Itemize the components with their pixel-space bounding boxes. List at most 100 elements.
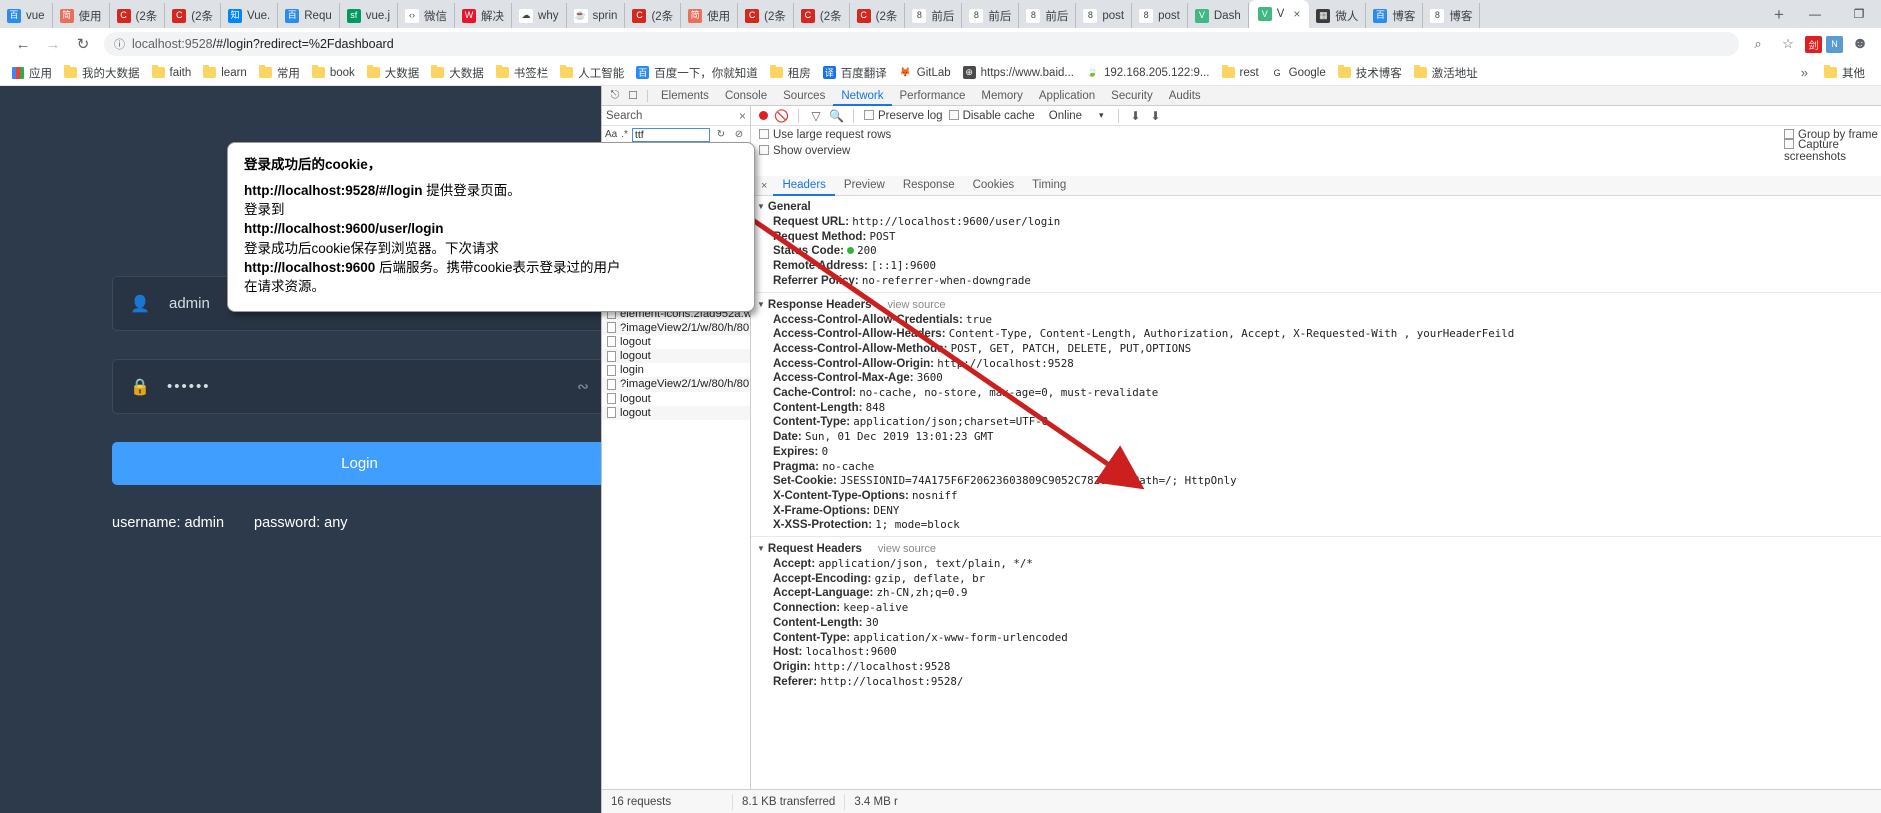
detail-tab-response[interactable]: Response	[894, 176, 964, 196]
browser-tab[interactable]: 8 前后	[905, 3, 963, 28]
bookmark-item[interactable]: 百百度一下，你就知道	[630, 62, 764, 84]
detail-tab-cookies[interactable]: Cookies	[964, 176, 1024, 196]
tab-close-icon[interactable]: ×	[1293, 7, 1300, 21]
browser-tab[interactable]: C (2条	[165, 3, 222, 28]
bookmark-item[interactable]: G Google	[1265, 62, 1332, 84]
browser-tab[interactable]: 百博客	[1366, 3, 1424, 28]
devtools-tab-network[interactable]: Network	[833, 86, 892, 106]
show-overview-checkbox[interactable]: Show overview	[759, 145, 850, 157]
browser-tab[interactable]: C (2条	[850, 3, 906, 28]
browser-tab[interactable]: C (2条	[738, 3, 794, 28]
password-input[interactable]: ••••••	[167, 378, 211, 395]
browser-tab[interactable]: 简使用	[681, 3, 739, 28]
browser-tab[interactable]: V Dash	[1188, 3, 1249, 28]
browser-tab[interactable]: 知 Vue.	[221, 3, 279, 28]
browser-tab[interactable]: 8 post	[1076, 3, 1133, 28]
use-large-rows-checkbox[interactable]: Use large request rows	[759, 128, 891, 141]
devtools-tab-performance[interactable]: Performance	[892, 86, 974, 106]
browser-tab[interactable]: 8 博客	[1423, 3, 1481, 28]
bookmark-item[interactable]: 译百度翻译	[817, 62, 893, 84]
browser-tab[interactable]: 简使用	[53, 3, 110, 28]
funnel-icon[interactable]: ▽	[809, 109, 823, 123]
devtools-tab-memory[interactable]: Memory	[973, 86, 1031, 106]
back-button[interactable]: ←	[8, 29, 38, 59]
find-input[interactable]	[631, 127, 710, 142]
extension-red-icon[interactable]: 剑	[1805, 35, 1822, 53]
bookmark-item[interactable]: 大数据	[425, 62, 490, 84]
browser-tab[interactable]: 百 Requ	[278, 3, 340, 28]
browser-tab[interactable]: 8 前后	[1019, 3, 1077, 28]
reload-button[interactable]: ↻	[68, 29, 98, 59]
forward-button[interactable]: →	[38, 29, 68, 59]
address-bar[interactable]: ⓘ localhost:9528/#/login?redirect=%2Fdas…	[104, 32, 1739, 56]
clear-circle-icon[interactable]: 🚫	[774, 109, 789, 123]
star-icon[interactable]: ☆	[1775, 31, 1801, 57]
request-row[interactable]: ?imageView2/1/w/80/h/80	[602, 377, 750, 392]
general-section-header[interactable]: ▼ General	[757, 198, 1881, 215]
devtools-tab-console[interactable]: Console	[717, 86, 775, 106]
capture-screenshots-checkbox[interactable]: Capture screenshots	[1784, 139, 1881, 163]
request-row[interactable]: logout	[602, 335, 750, 349]
maximize-button[interactable]: ❐	[1837, 0, 1881, 28]
password-field-wrapper[interactable]: 🔒 •••••• ∾	[112, 359, 607, 414]
browser-tab[interactable]: W 解决	[455, 3, 513, 28]
bookmark-item[interactable]: 租房	[764, 62, 817, 84]
browser-tab[interactable]: ▦ 微人	[1309, 3, 1367, 28]
bookmark-item[interactable]: learn	[197, 62, 253, 84]
disable-cache-checkbox[interactable]: Disable cache	[948, 109, 1035, 122]
browser-tab[interactable]: ‹› 微信	[398, 3, 456, 28]
response-view-source-link[interactable]: view source	[887, 299, 945, 311]
request-row[interactable]: logout	[602, 405, 750, 420]
browser-tab[interactable]: 8 前后	[962, 3, 1020, 28]
devtools-tab-audits[interactable]: Audits	[1161, 86, 1209, 106]
browser-tab[interactable]: C (2条	[794, 3, 850, 28]
devtools-search-box[interactable]: Search ×	[602, 105, 751, 126]
device-toolbar-icon[interactable]: ☐	[624, 87, 642, 105]
browser-tab-active[interactable]: V V ×	[1248, 0, 1310, 28]
profile-avatar[interactable]: ☻	[1847, 31, 1873, 57]
bookmark-item[interactable]: 书签栏	[490, 62, 555, 84]
bookmark-item[interactable]: book	[306, 62, 361, 84]
browser-tab[interactable]: 百 vue	[0, 3, 53, 28]
browser-tab[interactable]: ☕ sprin	[567, 3, 626, 28]
bookmark-other-folder[interactable]: 其他	[1818, 62, 1871, 84]
detail-close-icon[interactable]: ×	[755, 180, 773, 192]
browser-tab[interactable]: ☁ why	[512, 3, 567, 28]
bookmarks-overflow-button[interactable]: »	[1801, 65, 1808, 80]
browser-tab[interactable]: sf vue.j	[340, 3, 399, 28]
bookmark-item[interactable]: 激活地址	[1408, 62, 1484, 84]
request-row[interactable]: ?imageView2/1/w/80/h/80	[602, 320, 750, 335]
browser-tab[interactable]: C (2条	[625, 3, 682, 28]
import-har-icon[interactable]: ⬇	[1129, 109, 1143, 123]
devtools-tab-elements[interactable]: Elements	[653, 86, 717, 106]
bookmark-item[interactable]: 🦊 GitLab	[893, 62, 957, 84]
request-row[interactable]: logout	[602, 392, 750, 406]
bookmark-item[interactable]: 应用	[6, 62, 58, 84]
devtools-tab-security[interactable]: Security	[1103, 86, 1161, 106]
detail-tab-headers[interactable]: Headers	[773, 176, 835, 196]
bookmark-item[interactable]: 技术博客	[1332, 62, 1408, 84]
record-dot-icon[interactable]	[759, 111, 768, 120]
eye-off-icon[interactable]: ∾	[560, 378, 606, 395]
zoom-icon[interactable]: ⌕	[1745, 31, 1771, 57]
request-section-header[interactable]: ▼ Request Headers view source	[757, 540, 1881, 557]
detail-tab-preview[interactable]: Preview	[835, 176, 894, 196]
request-view-source-link[interactable]: view source	[878, 543, 936, 555]
bookmark-item[interactable]: 我的大数据	[58, 62, 146, 84]
response-section-header[interactable]: ▼ Response Headers view source	[757, 296, 1881, 313]
close-icon[interactable]: ×	[739, 109, 746, 123]
regex-toggle[interactable]: .*	[621, 129, 628, 140]
preserve-log-checkbox[interactable]: Preserve log	[864, 109, 943, 122]
browser-tab[interactable]: 8 post	[1132, 3, 1188, 28]
bookmark-item[interactable]: ⊕ https://www.baid...	[957, 62, 1080, 84]
bookmark-item[interactable]: 大数据	[361, 62, 426, 84]
login-button[interactable]: Login	[112, 442, 607, 485]
bookmark-item[interactable]: 人工智能	[554, 62, 630, 84]
bookmark-item[interactable]: rest	[1216, 62, 1265, 84]
export-har-icon[interactable]: ⬇	[1149, 109, 1163, 123]
search-icon[interactable]: 🔍	[829, 109, 844, 123]
bookmark-item[interactable]: 🍃 192.168.205.122:9...	[1080, 62, 1216, 84]
devtools-tab-application[interactable]: Application	[1031, 86, 1103, 106]
clear-icon[interactable]: ⊘	[732, 129, 746, 140]
minimize-button[interactable]: —	[1793, 0, 1837, 28]
